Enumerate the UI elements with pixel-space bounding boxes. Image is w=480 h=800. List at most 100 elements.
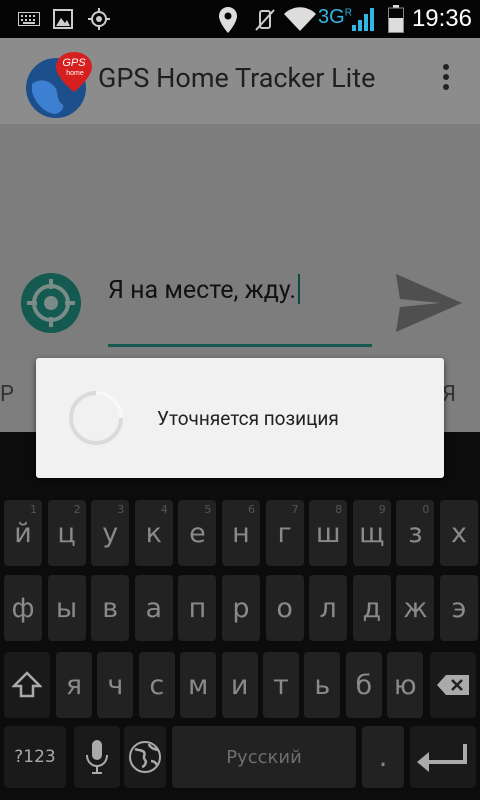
key-ж[interactable]: ж [396,575,435,641]
app-title: GPS Home Tracker Lite [98,62,376,94]
key-я-label: я [65,669,83,701]
key-щ[interactable]: щ9 [352,500,391,566]
image-icon [53,9,73,29]
key-з-label: з [408,517,423,549]
keyboard-icon [18,12,40,26]
key-ы[interactable]: ы [47,575,86,641]
key-у-label: у [102,517,119,549]
message-input[interactable]: Я на месте, жду. [108,272,372,347]
key-е[interactable]: е5 [178,500,217,566]
key-й-hint: 1 [30,503,37,516]
backspace-icon [437,675,469,695]
symbols-key[interactable]: ?123 [4,726,66,788]
key-о[interactable]: о [265,575,304,641]
shift-key[interactable] [4,652,50,718]
key-б[interactable]: б [345,652,382,718]
key-к-label: к [145,517,162,549]
location-pin-icon [219,7,237,33]
key-а-label: а [145,592,163,624]
key-ш-hint: 8 [335,503,343,516]
key-ш[interactable]: ш8 [309,500,348,566]
key-и[interactable]: и [221,652,258,718]
shift-icon [12,671,42,698]
key-ц[interactable]: ц2 [47,500,86,566]
key-й-label: й [14,517,32,549]
spinner-icon [69,391,123,445]
key-д[interactable]: д [352,575,391,641]
key-у[interactable]: у3 [91,500,130,566]
key-ю[interactable]: ю [387,652,424,718]
key-н[interactable]: н6 [222,500,260,566]
dialog-message: Уточняется позиция [157,407,339,430]
key-м-label: м [188,669,209,701]
key-р[interactable]: р [222,575,260,641]
overflow-menu-icon[interactable] [436,64,456,98]
key-ф[interactable]: ф [4,575,42,641]
key-д-label: д [362,592,382,624]
progress-dialog: Уточняется позиция [36,358,444,478]
key-ж-label: ж [403,592,428,624]
app-logo-label-top: GPS [62,57,86,69]
key-с[interactable]: с [138,652,175,718]
key-с-label: с [149,669,165,701]
key-ф-label: ф [11,592,35,624]
key-е-label: е [189,517,206,549]
key-е-hint: 5 [204,503,212,516]
gps-target-icon [88,8,110,30]
key-ь[interactable]: ь [304,652,341,718]
crosshair-icon[interactable] [20,272,82,334]
key-щ-label: щ [359,517,385,549]
key-ц-label: ц [57,517,76,549]
suggestion-left[interactable]: Р [0,382,14,407]
space-key[interactable]: Русский [172,726,356,788]
key-э[interactable]: э [440,575,478,641]
key-л[interactable]: л [309,575,348,641]
network-type-label: 3GR [318,6,352,28]
message-text: Я на месте, жду. [108,276,297,305]
key-ч[interactable]: ч [97,652,134,718]
battery-icon [388,5,404,33]
key-й[interactable]: й1 [4,500,42,566]
key-п[interactable]: п [178,575,217,641]
wifi-icon [284,7,316,31]
key-ц-hint: 2 [73,503,81,516]
key-ы-label: ы [55,592,78,624]
key-ь-label: ь [314,669,331,701]
key-р-label: р [232,592,250,624]
key-з-hint: 0 [422,503,430,516]
key-ю-label: ю [393,669,417,701]
key-ш-label: ш [315,517,341,549]
key-н-hint: 6 [248,503,255,516]
key-х[interactable]: х [440,500,478,566]
key-т[interactable]: т [263,652,299,718]
key-к[interactable]: к4 [134,500,173,566]
app-logo-label-bottom: home [66,70,84,77]
language-key[interactable] [124,726,166,788]
key-я[interactable]: я [56,652,92,718]
key-в[interactable]: в [91,575,130,641]
clock: 19:36 [411,5,472,32]
text-cursor [298,274,301,304]
key-г[interactable]: г7 [265,500,304,566]
period-key[interactable]: . [362,726,404,788]
key-м[interactable]: м [180,652,217,718]
key-э-label: э [451,592,467,624]
key-и-label: и [230,669,249,701]
key-з[interactable]: з0 [396,500,435,566]
key-а[interactable]: а [134,575,173,641]
key-х-label: х [451,517,467,549]
backspace-key[interactable] [430,652,476,718]
enter-key[interactable] [410,726,476,788]
key-о-label: о [276,592,293,624]
voice-input-key[interactable] [74,726,120,788]
send-icon[interactable] [396,274,462,332]
suggestion-right[interactable]: Я [442,382,456,407]
key-т-label: т [273,669,289,701]
key-у-hint: 3 [117,503,125,516]
mute-icon [255,9,275,31]
key-г-label: г [277,517,292,549]
signal-icon [352,8,374,31]
main-content: Я на месте, жду. [0,124,480,356]
app-logo-icon[interactable]: GPS home [24,48,96,120]
key-н-label: н [232,517,250,549]
